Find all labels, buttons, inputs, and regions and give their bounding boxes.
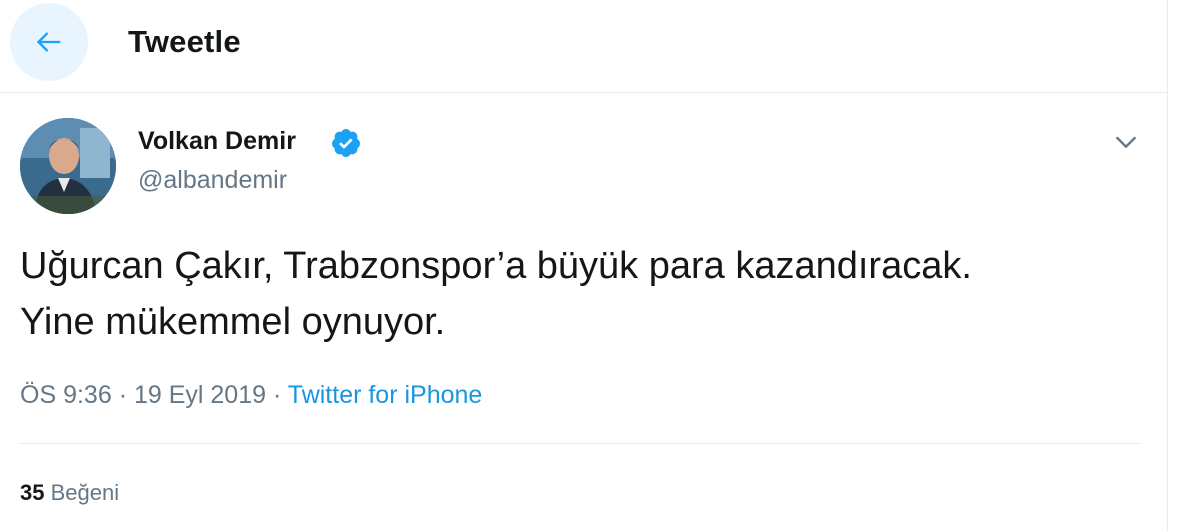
author-name[interactable]: Volkan Demir (138, 127, 296, 156)
tweet-text: Uğurcan Çakır, Trabzonspor’a büyük para … (20, 245, 972, 343)
author-handle[interactable]: @albandemir (138, 166, 287, 195)
meta-separator: · (118, 381, 128, 409)
chevron-down-icon[interactable] (1110, 126, 1142, 158)
back-button[interactable] (10, 3, 88, 81)
verified-badge-icon (332, 129, 360, 157)
divider (20, 443, 1140, 444)
tweet-page: Tweetle Volkan Demir @albandemir Uğurcan… (0, 0, 1168, 531)
page-header: Tweetle (0, 0, 1168, 93)
page-title: Tweetle (128, 24, 241, 59)
arrow-left-icon (36, 32, 61, 52)
tweet-meta: ÖS 9:36 · 19 Eyl 2019 · Twitter for iPho… (20, 381, 482, 410)
tweet-time[interactable]: ÖS 9:36 (20, 381, 112, 409)
likes-label: Beğeni (50, 480, 120, 505)
tweet-source-link[interactable]: Twitter for iPhone (288, 381, 483, 409)
likes-count: 35 (20, 480, 45, 505)
avatar[interactable] (20, 118, 116, 214)
tweet-date[interactable]: 19 Eyl 2019 (134, 381, 266, 409)
meta-separator: · (272, 381, 282, 409)
likes-stat[interactable]: 35 Beğeni (20, 480, 119, 506)
